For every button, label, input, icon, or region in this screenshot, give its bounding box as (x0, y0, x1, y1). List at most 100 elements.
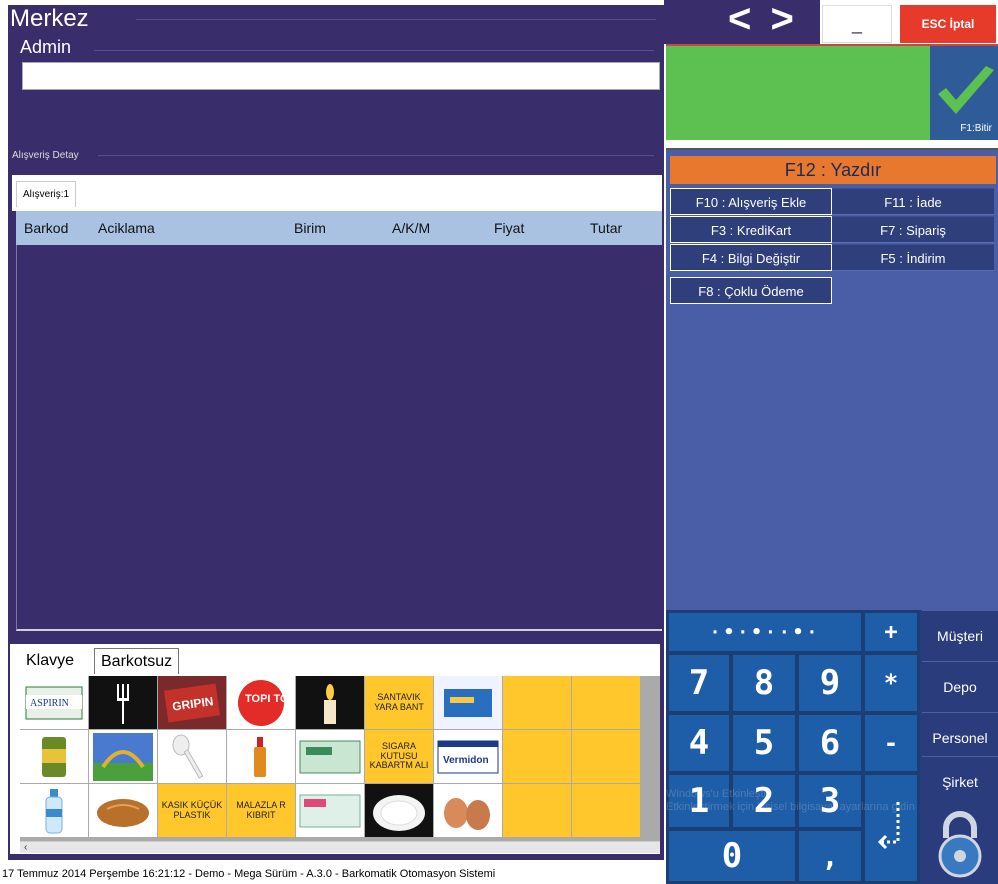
divider (98, 155, 654, 156)
watermark-line-2: Etkinleştirmek için kişisel bilgisayar a… (666, 801, 915, 813)
product-gripin[interactable]: GRIPIN (158, 676, 226, 729)
column-barcode[interactable]: Barkod (24, 220, 68, 236)
checkmark-icon (938, 66, 994, 114)
cancel-button[interactable]: ESC İptal (900, 5, 996, 43)
product-grid: ASPIRIN GRIPIN TOPI TOP SANTAVIK YARA BA… (20, 676, 660, 841)
multi-payment-button[interactable]: F8 : Çoklu Ödeme (670, 277, 832, 304)
bread-icon (97, 798, 149, 827)
medicine-pack-icon (299, 740, 361, 773)
personnel-button[interactable]: Personel (922, 712, 998, 762)
warehouse-button[interactable]: Depo (922, 661, 998, 711)
product-santavik-yara-bant[interactable]: SANTAVIK YARA BANT (365, 676, 433, 729)
product-slot-empty[interactable] (503, 730, 571, 783)
product-grid-scrollbar[interactable]: ‹ (20, 841, 660, 853)
product-candle[interactable] (296, 676, 364, 729)
tab-no-barcode[interactable]: Barkotsuz (94, 648, 180, 674)
numpad-key-5[interactable]: 5 (732, 714, 796, 772)
divider (136, 19, 656, 20)
product-lighter-fluid[interactable] (227, 730, 295, 783)
product-topitop[interactable]: TOPI TOP (227, 676, 295, 729)
function-keys-panel: F12 : Yazdır F10 : Alışveriş Ekle F11 : … (666, 148, 998, 610)
numpad-multiply-key[interactable]: * (864, 654, 918, 712)
bottle-icon (254, 736, 266, 777)
product-bread[interactable] (89, 784, 157, 837)
lock-icon[interactable] (932, 808, 988, 878)
product-slot-empty[interactable] (572, 784, 640, 837)
svg-text:ASPIRIN: ASPIRIN (30, 698, 69, 709)
product-fork[interactable] (89, 676, 157, 729)
numpad: ·•·•··•· + 7 8 9 * 4 5 6 - 1 2 3 0 , (666, 610, 920, 884)
can-icon (42, 736, 66, 777)
product-aspirin[interactable]: ASPIRIN (20, 676, 88, 729)
aspirin-box-icon: ASPIRIN (25, 686, 83, 719)
numpad-display-key[interactable]: ·•·•··•· (668, 612, 862, 652)
column-price[interactable]: Fiyat (494, 220, 524, 236)
numpad-comma-key[interactable]: , (798, 830, 862, 882)
product-sigara-kutusu-kabartmali[interactable]: SIGARA KUTUSU KABARTM ALI (365, 730, 433, 783)
sale-tab-strip: Alışveriş:1 (12, 175, 662, 211)
topitop-candy-icon: TOPI TOP (238, 679, 287, 726)
product-spoon[interactable] (158, 730, 226, 783)
add-shopping-button[interactable]: F10 : Alışveriş Ekle (670, 188, 832, 215)
numpad-key-8[interactable]: 8 (732, 654, 796, 712)
column-description[interactable]: Aciklama (98, 220, 155, 236)
product-blue-box[interactable] (434, 676, 502, 729)
product-olive-can[interactable] (20, 730, 88, 783)
sales-grid-header: Barkod Aciklama Birim A/K/M Fiyat Tutar (16, 211, 662, 245)
total-display (666, 44, 930, 140)
product-slot-empty[interactable] (503, 784, 571, 837)
side-panel: Müşteri Depo Personel Şirket (920, 610, 998, 884)
product-vermidon[interactable]: Vermidon (434, 730, 502, 783)
product-kasik-kucuk-plastik[interactable]: KASIK KÜÇÜK PLASTIK (158, 784, 226, 837)
column-akm[interactable]: A/K/M (392, 220, 430, 236)
quick-products-area: Klavye Barkotsuz ASPIRIN GRIPIN TOPI TOP… (10, 644, 660, 854)
svg-text:TOPI TOP: TOPI TOP (245, 693, 287, 705)
numpad-key-9[interactable]: 9 (798, 654, 862, 712)
product-green-pack[interactable] (296, 730, 364, 783)
water-bottle-icon (45, 788, 63, 833)
product-slot-empty[interactable] (572, 676, 640, 729)
numpad-minus-key[interactable]: - (864, 714, 918, 772)
credit-card-button[interactable]: F3 : KrediKart (670, 216, 832, 243)
tab-sale-1[interactable]: Alışveriş:1 (16, 181, 77, 207)
candle-icon (324, 683, 336, 724)
product-water-bottle[interactable] (20, 784, 88, 837)
plate-icon (373, 794, 425, 831)
column-total[interactable]: Tutar (590, 220, 622, 236)
medicine-box-icon (444, 688, 492, 717)
scroll-left-icon[interactable]: ‹ (24, 842, 27, 853)
nav-arrows[interactable]: < > (728, 0, 818, 40)
numpad-key-4[interactable]: 4 (668, 714, 730, 772)
numpad-key-0[interactable]: 0 (668, 830, 796, 882)
vermidon-box-icon: Vermidon (437, 740, 499, 773)
eggs-icon (444, 797, 490, 830)
product-malazlar-kibrit[interactable]: MALAZLA R KIBRIT (227, 784, 295, 837)
product-landscape[interactable] (89, 730, 157, 783)
customer-button[interactable]: Müşteri (922, 610, 998, 660)
sales-grid-body[interactable] (16, 245, 662, 631)
order-button[interactable]: F7 : Sipariş (832, 216, 994, 243)
gripin-box-icon: GRIPIN (164, 683, 220, 722)
product-slot-empty[interactable] (503, 676, 571, 729)
finish-label: F1:Bitir (960, 123, 992, 134)
column-unit[interactable]: Birim (294, 220, 326, 236)
product-slot-empty[interactable] (572, 730, 640, 783)
watermark-line-1: Windows'u Etkinleştir (666, 788, 770, 800)
tab-keyboard[interactable]: Klavye (20, 648, 80, 674)
change-info-button[interactable]: F4 : Bilgi Değiştir (670, 244, 832, 271)
discount-button[interactable]: F5 : İndirim (832, 244, 994, 271)
user-name: Admin (20, 37, 72, 57)
barcode-input[interactable] (22, 62, 660, 90)
print-button[interactable]: F12 : Yazdır (670, 156, 996, 184)
numpad-key-7[interactable]: 7 (668, 654, 730, 712)
finish-button[interactable]: F1:Bitir (930, 44, 998, 140)
product-eggs[interactable] (434, 784, 502, 837)
svg-text:Vermidon: Vermidon (443, 755, 489, 766)
minimize-button[interactable]: _ (822, 5, 892, 43)
product-pink-pack[interactable] (296, 784, 364, 837)
numpad-plus-key[interactable]: + (864, 612, 918, 652)
fork-icon (117, 683, 129, 724)
return-button[interactable]: F11 : İade (832, 188, 994, 215)
numpad-key-6[interactable]: 6 (798, 714, 862, 772)
product-plate[interactable] (365, 784, 433, 837)
